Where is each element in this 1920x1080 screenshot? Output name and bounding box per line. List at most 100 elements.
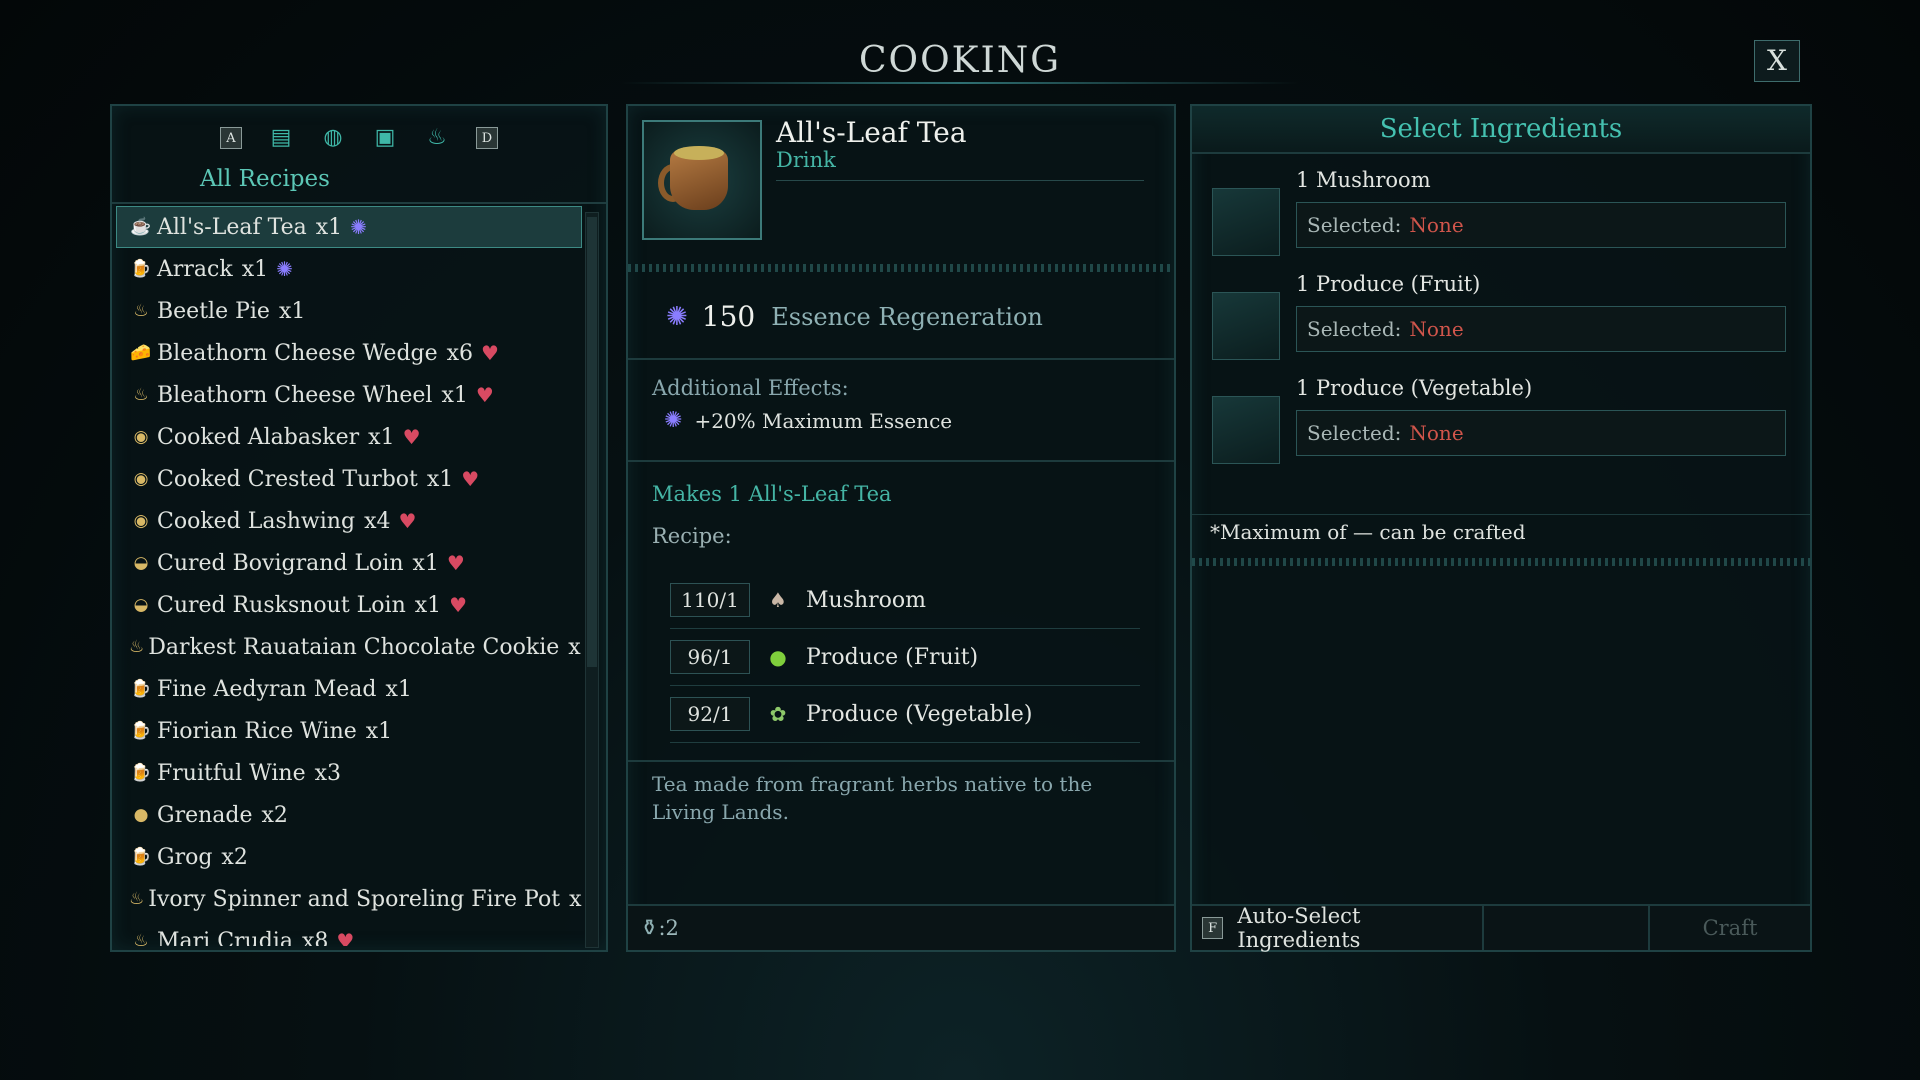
pot-icon: ♨ xyxy=(133,931,149,946)
ingredient-selector[interactable]: Selected: None xyxy=(1296,202,1786,248)
pot-icon[interactable]: ♨ xyxy=(424,124,450,150)
recipe-name: Fiorian Rice Wine xyxy=(157,718,357,744)
ingredient-row: 92/1 ✿ Produce (Vegetable) xyxy=(670,686,1140,743)
grenade-icon: ● xyxy=(133,805,149,825)
heart-icon: ♥ xyxy=(336,929,355,946)
scroll-icon[interactable]: ▤ xyxy=(268,124,294,150)
recipe-item[interactable]: ♨Darkest Rauataian Chocolate Cookie x1 xyxy=(116,626,582,668)
recipe-item[interactable]: ◒ Cured Rusksnout Loin x1 ♥ xyxy=(116,584,582,626)
recipe-name: All's-Leaf Tea xyxy=(157,214,307,240)
effect-value: 150 xyxy=(701,300,756,333)
pouch-icon: ⚱ xyxy=(640,915,659,941)
close-button[interactable]: X xyxy=(1754,40,1800,82)
dotted-divider xyxy=(628,264,1174,272)
meat-icon: ◉ xyxy=(133,469,149,489)
owned-count: :2 xyxy=(658,916,679,940)
recipe-item[interactable]: ♨Ivory Spinner and Sporeling Fire Pot x3 xyxy=(116,878,582,920)
effect-label: Essence Regeneration xyxy=(771,302,1043,331)
ingredient-selector[interactable]: Selected: None xyxy=(1296,306,1786,352)
title-divider xyxy=(620,82,1300,84)
slot-ingredient-name: 1 Mushroom xyxy=(1296,168,1431,192)
recipe-quantity: x1 xyxy=(385,676,412,702)
ingredient-slot: 1 Mushroom Selected: None xyxy=(1212,168,1786,264)
steak-icon: ◒ xyxy=(133,553,149,573)
recipe-quantity: x1 xyxy=(412,550,439,576)
selected-label: Selected: xyxy=(1307,317,1402,341)
makes-label: Makes 1 All's-Leaf Tea xyxy=(652,482,892,506)
recipe-name: Arrack xyxy=(157,256,233,282)
meat-icon[interactable]: ◍ xyxy=(320,124,346,150)
ingredient-name: Produce (Fruit) xyxy=(806,644,979,670)
key-hint: F xyxy=(1202,917,1224,939)
recipe-quantity: x1 xyxy=(368,424,395,450)
ingredient-selector[interactable]: Selected: None xyxy=(1296,410,1786,456)
pot-icon: ♨ xyxy=(133,301,149,321)
selected-label: Selected: xyxy=(1307,421,1402,445)
essence-icon: ✺ xyxy=(350,215,367,239)
recipe-item[interactable]: ♨ Bleathorn Cheese Wheel x1 ♥ xyxy=(116,374,582,416)
cabbage-icon: ✿ xyxy=(769,702,787,726)
recipe-item[interactable]: ● Grenade x2 xyxy=(116,794,582,836)
recipe-name: Grog xyxy=(157,844,213,870)
scroll-thumb[interactable] xyxy=(587,217,597,667)
category-bar: A ▤ ◍ ▣ ♨ D xyxy=(112,124,606,150)
recipe-item[interactable]: ♨ Mari Crudia x8 ♥ xyxy=(116,920,582,947)
recipe-label: Recipe: xyxy=(652,524,732,548)
meat-icon: ◉ xyxy=(133,511,149,531)
ingredient-count: 110/1 xyxy=(670,583,750,617)
recipe-item[interactable]: ♨ Beetle Pie x1 xyxy=(116,290,582,332)
recipe-quantity: x8 xyxy=(301,928,329,947)
recipe-item[interactable]: ◉ Cooked Crested Turbot x1 ♥ xyxy=(116,458,582,500)
steak-icon: ◒ xyxy=(133,595,149,615)
tankard-icon: 🍺 xyxy=(130,721,152,741)
next-category-key[interactable]: D xyxy=(476,127,498,149)
pot-icon: ♨ xyxy=(129,889,145,909)
ingredient-slot-box[interactable] xyxy=(1212,292,1280,360)
item-type: Drink xyxy=(776,148,836,172)
craft-button[interactable]: Craft xyxy=(1648,906,1810,950)
recipe-item[interactable]: ◉ Cooked Lashwing x4 ♥ xyxy=(116,500,582,542)
selected-value: None xyxy=(1409,317,1464,341)
heart-icon: ♥ xyxy=(481,341,499,365)
ingredient-count: 96/1 xyxy=(670,640,750,674)
ingredient-row: 96/1 ● Produce (Fruit) xyxy=(670,629,1140,686)
ingredient-slot: 1 Produce (Fruit) Selected: None xyxy=(1212,272,1786,368)
recipe-quantity: x6 xyxy=(446,340,474,366)
selected-value: None xyxy=(1409,421,1464,445)
recipe-item[interactable]: 🍺 Fruitful Wine x3 xyxy=(116,752,582,794)
item-name: All's-Leaf Tea xyxy=(776,116,967,149)
slot-ingredient-name: 1 Produce (Fruit) xyxy=(1296,272,1481,296)
heart-icon: ♥ xyxy=(449,593,468,617)
auto-select-button[interactable]: F Auto-Select Ingredients xyxy=(1192,904,1484,952)
recipe-quantity: x1 xyxy=(441,382,468,408)
recipe-item[interactable]: ◒ Cured Bovigrand Loin x1 ♥ xyxy=(116,542,582,584)
recipe-name: Beetle Pie xyxy=(157,298,270,324)
auto-select-label: Auto-Select Ingredients xyxy=(1237,904,1361,952)
recipe-quantity: x3 xyxy=(314,760,342,786)
ingredient-slot-box[interactable] xyxy=(1212,396,1280,464)
heart-icon: ♥ xyxy=(398,509,417,533)
ingredient-slot-box[interactable] xyxy=(1212,188,1280,256)
recipe-list[interactable]: ☕ All's-Leaf Tea x1 ✺ 🍺 Arrack x1 ✺ ♨ Beetle Pie x… xyxy=(116,206,582,946)
recipe-item[interactable]: 🍺 Fine Aedyran Mead x1 xyxy=(116,668,582,710)
primary-effect: ✺ 150 Essence Regeneration xyxy=(666,300,1043,333)
selected-label: Selected: xyxy=(1307,213,1402,237)
recipe-item[interactable]: 🍺 Fiorian Rice Wine x1 xyxy=(116,710,582,752)
prev-category-key[interactable]: A xyxy=(220,127,242,149)
recipe-detail-panel: All's-Leaf Tea Drink ✺ 150 Essence Regen… xyxy=(626,104,1176,952)
tankard-icon[interactable]: ▣ xyxy=(372,124,398,150)
recipe-item[interactable]: 🍺 Grog x2 xyxy=(116,836,582,878)
recipe-item[interactable]: ☕ All's-Leaf Tea x1 ✺ xyxy=(116,206,582,248)
dotted-divider xyxy=(1192,558,1810,566)
recipe-item[interactable]: 🍺 Arrack x1 ✺ xyxy=(116,248,582,290)
additional-effect: ✺ +20% Maximum Essence xyxy=(664,408,952,433)
recipe-quantity: x1 xyxy=(315,214,343,240)
divider xyxy=(1192,514,1810,515)
item-description: Tea made from fragrant herbs native to t… xyxy=(652,772,1093,824)
recipe-item[interactable]: 🧀 Bleathorn Cheese Wedge x6 ♥ xyxy=(116,332,582,374)
essence-icon: ✺ xyxy=(276,257,293,281)
tankard-icon: 🍺 xyxy=(130,679,152,699)
recipe-scrollbar[interactable] xyxy=(585,212,599,948)
selected-value: None xyxy=(1409,213,1464,237)
recipe-item[interactable]: ◉ Cooked Alabasker x1 ♥ xyxy=(116,416,582,458)
